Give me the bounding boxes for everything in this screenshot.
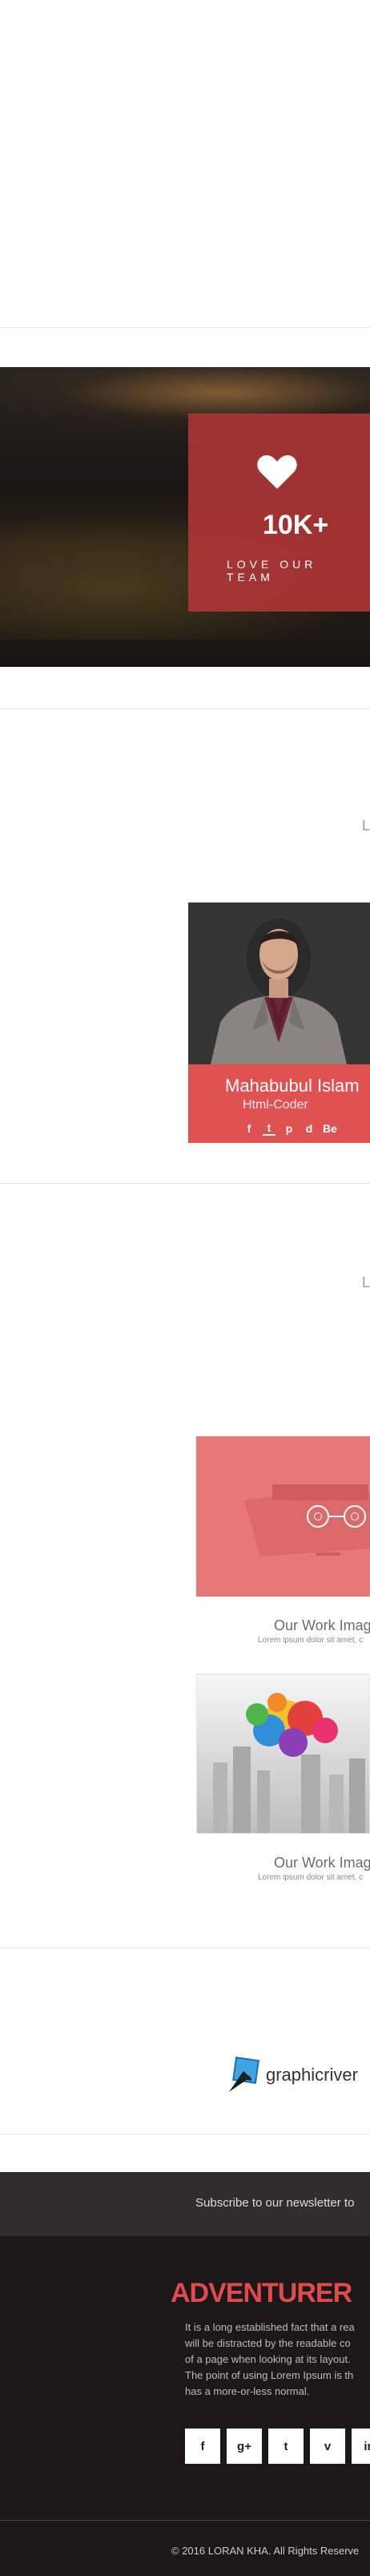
footer-about-line: of a page when looking at its layout. <box>185 2353 351 2365</box>
copyright-text: © 2016 LORAN KHA. All Rights Reserve <box>171 2545 360 2557</box>
dribbble-icon[interactable]: d <box>303 1122 316 1135</box>
client-logo[interactable]: graphicriver <box>227 2057 358 2094</box>
facebook-icon[interactable]: f <box>185 2429 220 2464</box>
work-image-1[interactable] <box>196 1436 370 1597</box>
linkedin-icon[interactable]: in <box>352 2429 370 2464</box>
footer-about-line: The point of using Lorem Ipsum is th <box>185 2369 354 2381</box>
team-member-name: Mahabubul Islam <box>225 1076 360 1096</box>
behance-icon[interactable]: Be <box>323 1122 337 1135</box>
team-member-info: Mahabubul Islam Html-Coder f t p d Be <box>188 1064 370 1143</box>
stat-label: LOVE OUR TEAM <box>227 558 317 583</box>
work-title-1[interactable]: Our Work Imag <box>274 1617 370 1634</box>
footer-about: It is a long established fact that a rea… <box>185 2320 370 2400</box>
client-name: graphicriver <box>266 2065 358 2085</box>
team-member-photo <box>188 902 370 1064</box>
team-member-role: Html-Coder <box>243 1098 308 1112</box>
footer-brand[interactable]: ADVENTURER <box>171 2278 352 2309</box>
pinterest-icon[interactable]: p <box>283 1122 296 1135</box>
newsletter-text: Subscribe to our newsletter to <box>195 2196 355 2210</box>
stat-box: 10K+ LOVE OUR TEAM <box>188 414 370 612</box>
facebook-icon[interactable]: f <box>243 1122 255 1135</box>
zoom-connector <box>329 1516 344 1517</box>
zoom-in-icon[interactable] <box>307 1505 329 1528</box>
work-title-2[interactable]: Our Work Imag <box>274 1855 370 1871</box>
footer-about-line: will be distracted by the readable co <box>185 2337 351 2349</box>
footer-divider <box>0 2520 370 2521</box>
team-member-card: Mahabubul Islam Html-Coder f t p d Be <box>188 902 370 1143</box>
section-divider <box>0 327 370 328</box>
work-desc-1: Lorem ipsum dolor sit amet, c <box>258 1636 364 1645</box>
link-icon[interactable] <box>344 1505 366 1528</box>
footer: ADVENTURER It is a long established fact… <box>0 2236 370 2576</box>
footer-about-line: It is a long established fact that a rea <box>185 2321 355 2333</box>
team-member-social: f t p d Be <box>243 1120 337 1137</box>
stats-section: 10K+ LOVE OUR TEAM <box>0 367 370 667</box>
footer-about-line: has a more-or-less normal. <box>185 2385 310 2397</box>
vimeo-icon[interactable]: v <box>310 2429 345 2464</box>
team-heading-fragment: L <box>362 818 370 834</box>
twitter-icon[interactable]: t <box>263 1121 275 1136</box>
footer-social-row: f g+ t v in <box>185 2429 370 2464</box>
graphicriver-logo-icon <box>229 2057 259 2092</box>
work-desc-2: Lorem ipsum dolor sit amet, c <box>258 1873 364 1882</box>
newsletter-bar: Subscribe to our newsletter to <box>0 2172 370 2236</box>
work-heading-fragment: L <box>362 1274 370 1290</box>
google-plus-icon[interactable]: g+ <box>227 2429 262 2464</box>
work-image-2[interactable] <box>196 1674 370 1834</box>
stat-number: 10K+ <box>263 510 329 540</box>
twitter-icon[interactable]: t <box>268 2429 304 2464</box>
section-divider <box>0 1183 370 1184</box>
